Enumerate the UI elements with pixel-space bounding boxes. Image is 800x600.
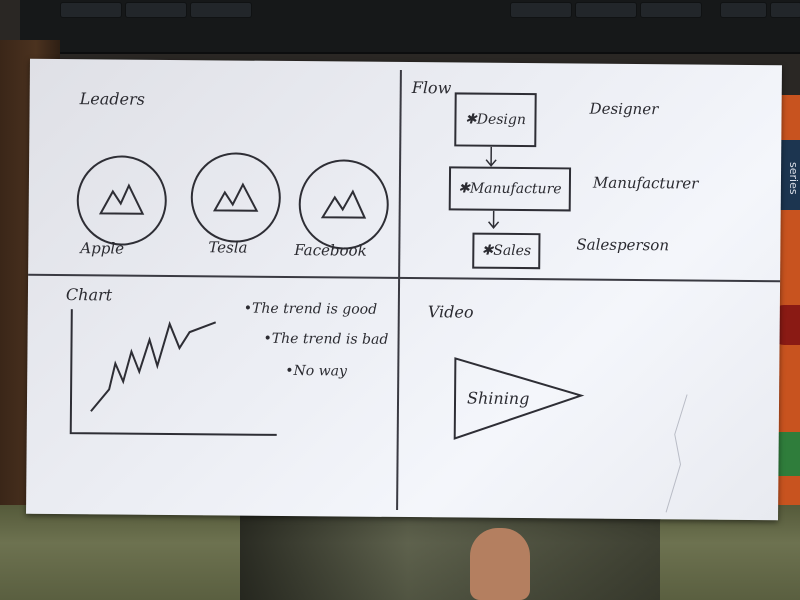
arrow-down-icon: [485, 146, 497, 167]
leaders-title: Leaders: [79, 89, 145, 109]
design-step-label: ✱Design: [464, 111, 526, 129]
chart-bullet-2: •The trend is bad: [263, 330, 389, 348]
sales-step-box[interactable]: ✱Sales: [472, 232, 541, 270]
keyboard-key: [60, 2, 122, 18]
video-label: Shining: [466, 388, 530, 409]
line-chart-sketch[interactable]: [63, 309, 284, 441]
facebook-label: Facebook: [294, 241, 367, 260]
tesla-label: Tesla: [208, 238, 248, 257]
apple-leader-image[interactable]: [76, 155, 168, 246]
foot: [470, 528, 530, 600]
manufacture-step-box[interactable]: ✱Manufacture: [448, 166, 572, 212]
facebook-leader-image[interactable]: [298, 159, 390, 250]
keyboard-key: [125, 2, 187, 18]
chart-bullet-3: •No way: [285, 362, 347, 380]
keyboard-key: [720, 2, 767, 18]
keyboard-key: [770, 2, 800, 18]
paper-sketch: Leaders Apple Tesla Facebook Flow ✱Desig…: [26, 58, 782, 521]
design-step-box[interactable]: ✱Design: [454, 92, 537, 148]
image-placeholder-icon: [212, 182, 259, 212]
image-placeholder-icon: [320, 189, 367, 219]
keyboard-key: [190, 2, 252, 18]
keyboard-key: [575, 2, 637, 18]
chart-trend-line: [90, 320, 217, 412]
tesla-leader-image[interactable]: [190, 152, 282, 243]
video-title: Video: [427, 302, 474, 322]
keyboard-key: [510, 2, 572, 18]
manufacture-step-label: ✱Manufacture: [458, 180, 562, 198]
keyboard: [20, 0, 800, 54]
horizontal-divider: [28, 273, 781, 283]
vertical-divider: [396, 69, 402, 510]
paper-crease: [665, 394, 688, 513]
chart-title: Chart: [65, 285, 113, 305]
book-green-mark: [778, 432, 800, 476]
designer-role-label: Designer: [589, 99, 659, 119]
manufacturer-role-label: Manufacturer: [592, 173, 699, 193]
apple-label: Apple: [80, 239, 125, 258]
floor-shadow: [240, 505, 660, 600]
arrow-down-icon: [488, 210, 500, 229]
flow-title: Flow: [411, 78, 452, 98]
image-placeholder-icon: [98, 183, 145, 215]
chart-bullet-1: •The trend is good: [243, 300, 378, 318]
sales-step-label: ✱Sales: [481, 242, 532, 260]
salesperson-role-label: Salesperson: [576, 235, 670, 255]
keyboard-key: [640, 2, 702, 18]
chart-axes: [69, 309, 277, 436]
